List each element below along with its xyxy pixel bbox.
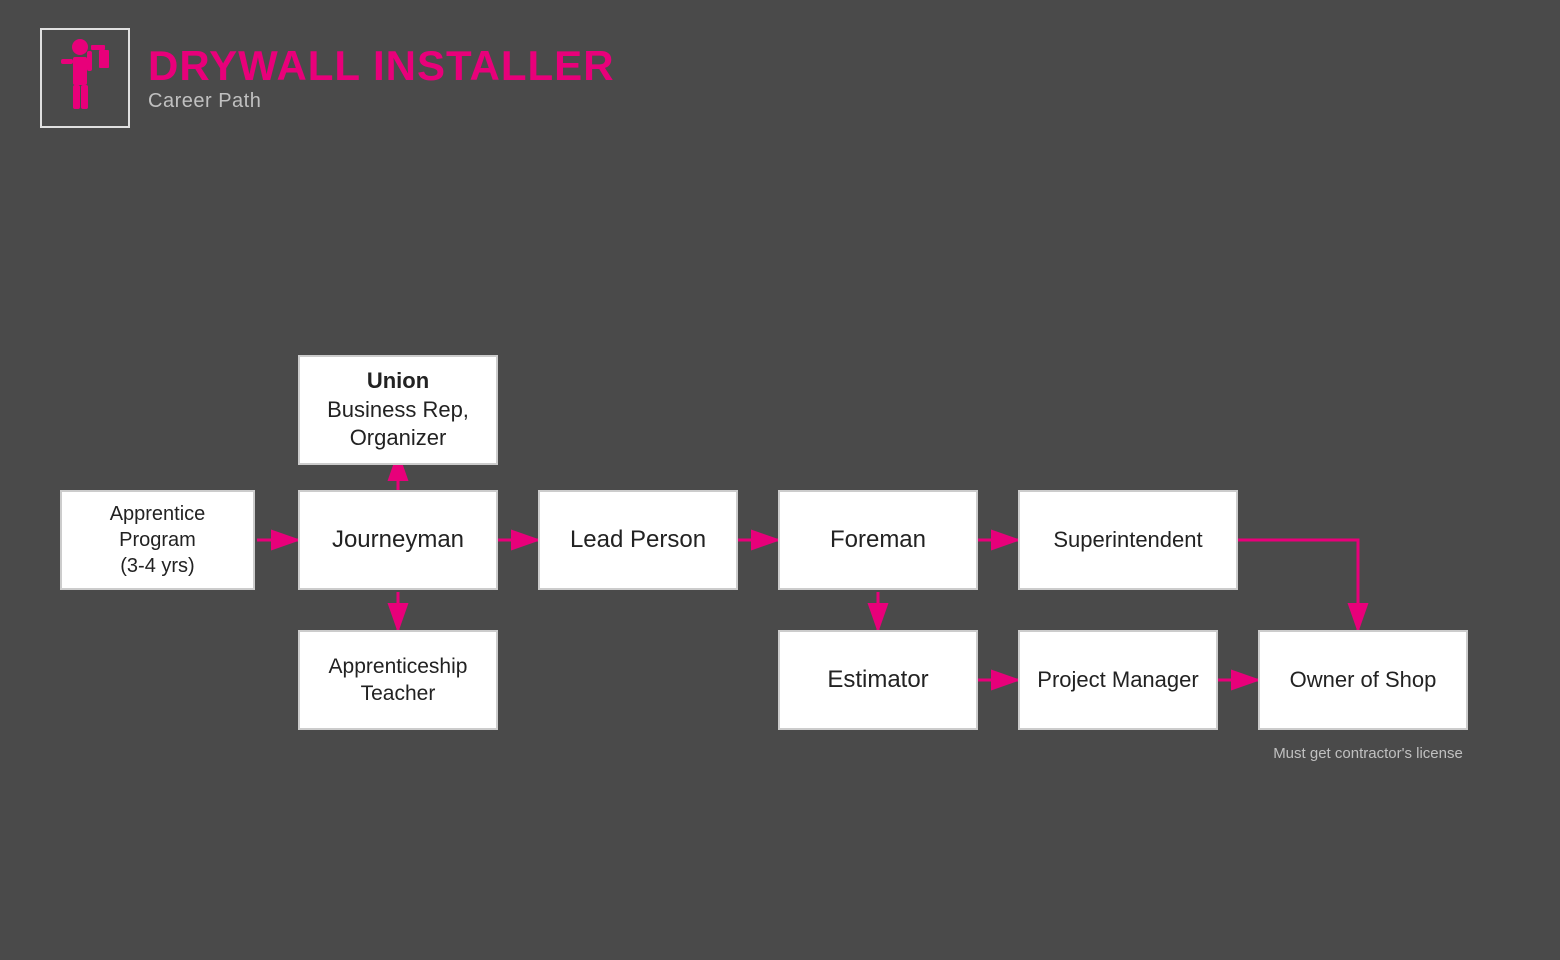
- journeyman-box: Journeyman: [298, 490, 498, 590]
- lead-person-label: Lead Person: [570, 524, 706, 555]
- header-icon-box: [40, 28, 130, 128]
- union-label-line1: Union: [327, 367, 469, 396]
- union-label-line3: Organizer: [327, 424, 469, 453]
- project-manager-box: Project Manager: [1018, 630, 1218, 730]
- drywall-installer-icon: [55, 37, 115, 119]
- lead-person-box: Lead Person: [538, 490, 738, 590]
- contractor-note: Must get contractor's license: [1258, 745, 1478, 762]
- foreman-label: Foreman: [830, 524, 926, 555]
- page-subtitle: Career Path: [148, 90, 615, 113]
- apprentice-program-box: Apprentice Program (3-4 yrs): [60, 490, 255, 590]
- apprentice-program-line2: Program: [110, 527, 206, 553]
- apprenticeship-teacher-line2: Teacher: [329, 680, 468, 707]
- owner-of-shop-box: Owner of Shop: [1258, 630, 1468, 730]
- apprentice-program-line1: Apprentice: [110, 501, 206, 527]
- header-text: DRYWALL INSTALLER Career Path: [148, 43, 615, 112]
- apprenticeship-teacher-box: Apprenticeship Teacher: [298, 630, 498, 730]
- page-title: DRYWALL INSTALLER: [148, 43, 615, 89]
- apprenticeship-teacher-line1: Apprenticeship: [329, 653, 468, 680]
- superintendent-box: Superintendent: [1018, 490, 1238, 590]
- project-manager-label: Project Manager: [1037, 666, 1198, 695]
- foreman-box: Foreman: [778, 490, 978, 590]
- apprentice-program-line3: (3-4 yrs): [110, 553, 206, 579]
- superintendent-label: Superintendent: [1053, 526, 1202, 555]
- union-box: Union Business Rep, Organizer: [298, 355, 498, 465]
- journeyman-label: Journeyman: [332, 524, 464, 555]
- career-diagram: Union Business Rep, Organizer Apprentice…: [0, 200, 1560, 920]
- union-label-line2: Business Rep,: [327, 396, 469, 425]
- estimator-box: Estimator: [778, 630, 978, 730]
- header: DRYWALL INSTALLER Career Path: [40, 28, 615, 128]
- estimator-label: Estimator: [827, 664, 928, 695]
- owner-of-shop-label: Owner of Shop: [1290, 666, 1437, 695]
